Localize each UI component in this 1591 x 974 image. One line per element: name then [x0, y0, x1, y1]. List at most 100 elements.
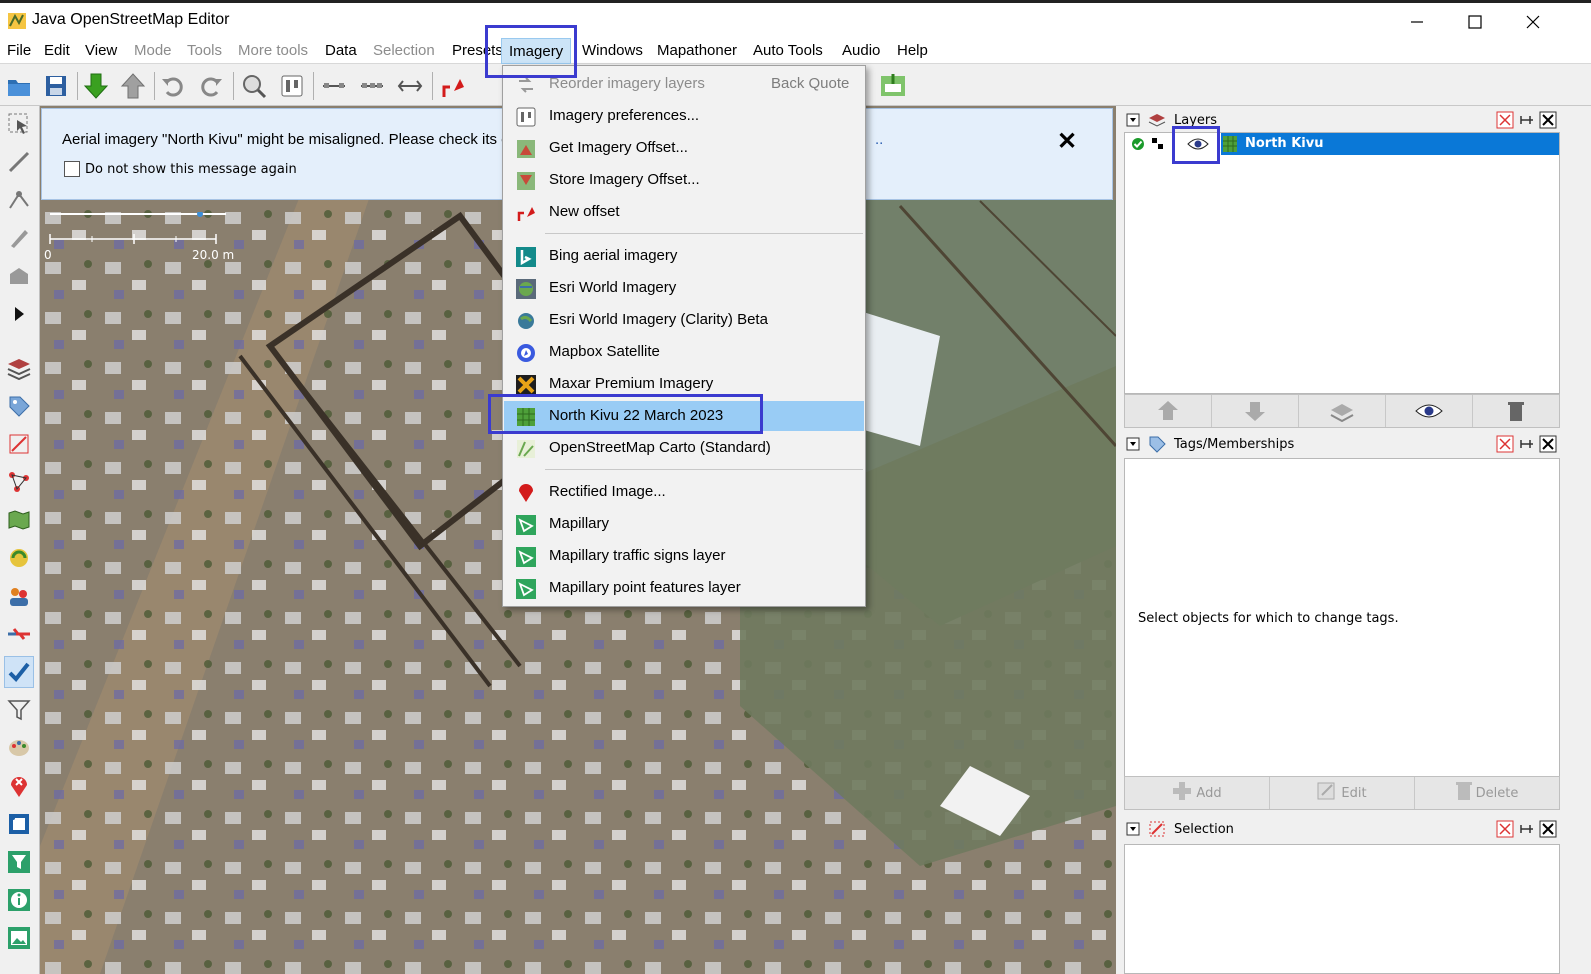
distribute-nodes-icon[interactable]: [356, 70, 388, 102]
close-window-button[interactable]: [1504, 5, 1562, 39]
close-notice-icon[interactable]: ✕: [1057, 127, 1077, 156]
delete-layer-button[interactable]: [1473, 395, 1559, 427]
pin-dialog-icon[interactable]: [1518, 111, 1536, 129]
add-tag-button[interactable]: Add: [1125, 777, 1270, 809]
users-icon[interactable]: [4, 580, 34, 612]
selection-list-icon[interactable]: [4, 428, 34, 460]
menu-item-mapillary-point-features[interactable]: Mapillary point features layer: [504, 573, 864, 603]
menu-item-reorder-imagery-layers[interactable]: Reorder imagery layers Back Quote: [504, 69, 864, 99]
close-dialog-icon[interactable]: [1539, 435, 1557, 453]
menu-data[interactable]: Data: [325, 42, 357, 59]
menu-item-esri-world-imagery-clarity[interactable]: Esri World Imagery (Clarity) Beta: [504, 305, 864, 335]
collapse-icon[interactable]: [1124, 820, 1142, 838]
tags-toggle-icon[interactable]: [4, 390, 34, 422]
detach-dialog-icon[interactable]: [1496, 435, 1514, 453]
select-tool-icon[interactable]: [4, 108, 34, 140]
auto-tools-icon[interactable]: [877, 70, 909, 102]
building-tool-icon[interactable]: [4, 260, 34, 292]
map-paint-styles-icon[interactable]: [4, 732, 34, 764]
dont-show-again-checkbox[interactable]: [64, 161, 80, 177]
menu-item-mapillary-traffic-signs[interactable]: Mapillary traffic signs layer: [504, 541, 864, 571]
menu-file[interactable]: File: [7, 42, 31, 59]
menu-item-rectified-image[interactable]: Rectified Image...: [504, 477, 864, 507]
upload-icon[interactable]: [117, 70, 149, 102]
validator-check-icon[interactable]: [4, 656, 34, 688]
menu-imagery[interactable]: Imagery: [501, 38, 572, 64]
layer-visibility-eye-icon[interactable]: [1187, 137, 1209, 155]
menu-item-esri-world-imagery[interactable]: Esri World Imagery: [504, 273, 864, 303]
move-layer-down-button[interactable]: [1212, 395, 1299, 427]
mapathoner-icon[interactable]: [4, 808, 34, 840]
menu-tools[interactable]: Tools: [187, 42, 222, 59]
menu-presets[interactable]: Presets: [452, 42, 503, 59]
collapse-icon[interactable]: [1124, 111, 1142, 129]
menu-item-openstreetmap-carto[interactable]: OpenStreetMap Carto (Standard): [504, 433, 864, 463]
layer-row[interactable]: North Kivu: [1125, 133, 1559, 157]
menu-item-mapillary[interactable]: Mapillary: [504, 509, 864, 539]
minimize-button[interactable]: [1388, 5, 1446, 39]
draw-line-icon[interactable]: [4, 146, 34, 178]
detach-dialog-icon[interactable]: [1496, 820, 1514, 838]
tags-empty-message: Select objects for which to change tags.: [1138, 611, 1399, 626]
detach-dialog-icon[interactable]: [1496, 111, 1514, 129]
menu-item-new-offset[interactable]: New offset: [504, 197, 864, 227]
menu-more-tools[interactable]: More tools: [238, 42, 308, 59]
relations-icon[interactable]: [4, 466, 34, 498]
selection-list[interactable]: [1124, 844, 1560, 974]
image-icon[interactable]: [4, 922, 34, 954]
delete-tag-button[interactable]: Delete: [1415, 777, 1559, 809]
menu-item-imagery-preferences[interactable]: Imagery preferences...: [504, 101, 864, 131]
menu-item-get-imagery-offset[interactable]: Get Imagery Offset...: [504, 133, 864, 163]
mapillary-icon: [516, 579, 536, 599]
notice-link-fragment[interactable]: ..: [875, 131, 883, 148]
menu-windows[interactable]: Windows: [582, 42, 643, 59]
open-folder-icon[interactable]: [3, 70, 35, 102]
undo-icon[interactable]: [157, 70, 189, 102]
improve-way-icon[interactable]: [4, 184, 34, 216]
menu-item-mapbox-satellite[interactable]: Mapbox Satellite: [504, 337, 864, 367]
expand-arrow-icon[interactable]: [4, 298, 34, 330]
menu-item-north-kivu-22-march-2023[interactable]: North Kivu 22 March 2023: [504, 401, 864, 431]
notes-marker-icon[interactable]: [4, 770, 34, 802]
close-dialog-icon[interactable]: [1539, 111, 1557, 129]
pin-dialog-icon[interactable]: [1518, 820, 1536, 838]
close-dialog-icon[interactable]: [1539, 820, 1557, 838]
split-way-icon[interactable]: [394, 70, 426, 102]
maximize-button[interactable]: [1446, 5, 1504, 39]
redo-icon[interactable]: [195, 70, 227, 102]
menu-auto-tools[interactable]: Auto Tools: [753, 42, 823, 59]
menu-audio[interactable]: Audio: [842, 42, 880, 59]
changeset-icon[interactable]: [4, 618, 34, 650]
collapse-icon[interactable]: [1124, 435, 1142, 453]
green-filter-icon[interactable]: [4, 846, 34, 878]
map-icon[interactable]: [4, 504, 34, 536]
menu-item-store-imagery-offset[interactable]: Store Imagery Offset...: [504, 165, 864, 195]
save-icon[interactable]: [40, 70, 72, 102]
layer-active-check-icon[interactable]: [1131, 137, 1145, 155]
menu-selection[interactable]: Selection: [373, 42, 435, 59]
new-offset-icon[interactable]: [437, 70, 469, 102]
menu-edit[interactable]: Edit: [44, 42, 70, 59]
pin-dialog-icon[interactable]: [1518, 435, 1536, 453]
toggle-visibility-button[interactable]: [1386, 395, 1473, 427]
zoom-icon[interactable]: [238, 70, 270, 102]
filter-icon[interactable]: [4, 694, 34, 726]
pencil-icon[interactable]: [4, 222, 34, 254]
preferences-icon[interactable]: [276, 70, 308, 102]
move-layer-up-button[interactable]: [1125, 395, 1212, 427]
edit-tag-button[interactable]: Edit: [1270, 777, 1415, 809]
layer-selected-row[interactable]: North Kivu: [1221, 133, 1559, 155]
menu-mode[interactable]: Mode: [134, 42, 172, 59]
menu-item-maxar-premium-imagery[interactable]: Maxar Premium Imagery: [504, 369, 864, 399]
conflict-icon[interactable]: [4, 542, 34, 574]
align-in-line-icon[interactable]: [318, 70, 350, 102]
menu-mapathoner[interactable]: Mapathoner: [657, 42, 737, 59]
layer-opacity-icon[interactable]: [1151, 137, 1165, 155]
merge-layer-button[interactable]: [1299, 395, 1386, 427]
layers-toggle-icon[interactable]: [4, 352, 34, 384]
menu-help[interactable]: Help: [897, 42, 928, 59]
download-icon[interactable]: [80, 70, 112, 102]
menu-view[interactable]: View: [85, 42, 117, 59]
info-icon[interactable]: [4, 884, 34, 916]
menu-item-bing-aerial-imagery[interactable]: Bing aerial imagery: [504, 241, 864, 271]
